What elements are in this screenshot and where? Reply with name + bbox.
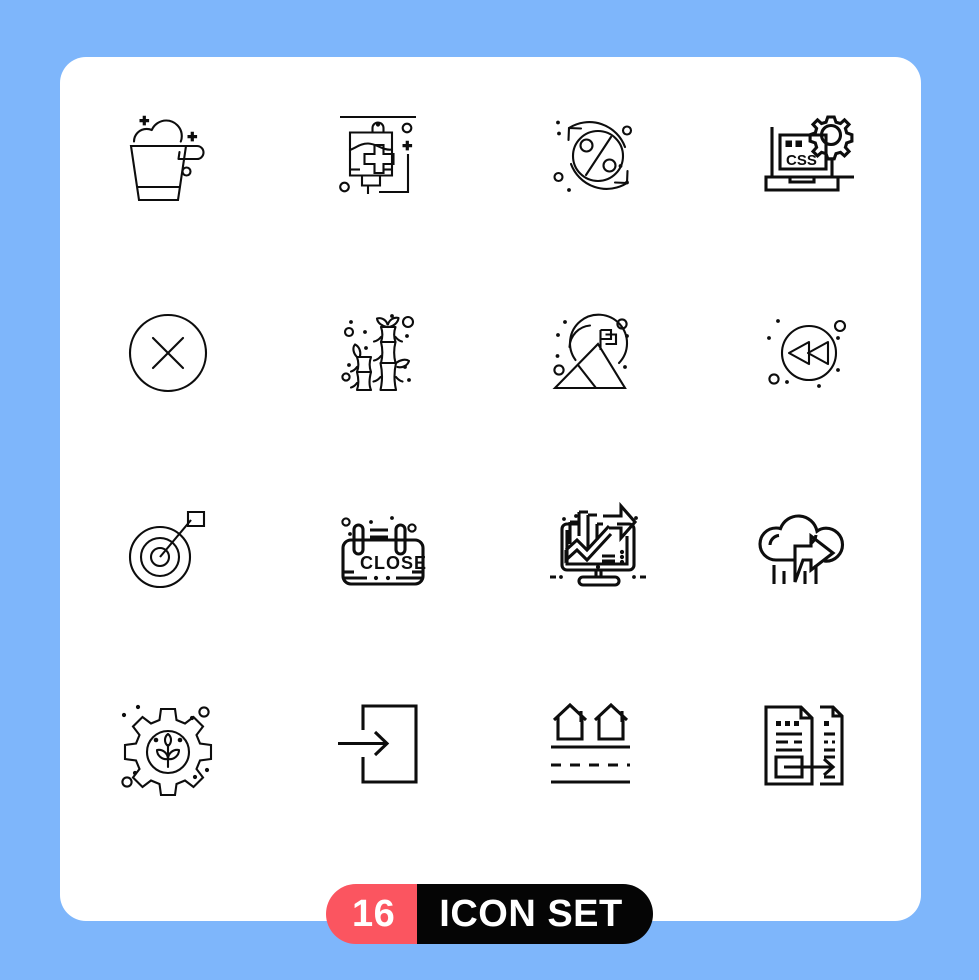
icon-count-badge: 16 ICON SET: [326, 884, 653, 944]
icon-cell-login-arrow[interactable]: [275, 650, 490, 848]
target-dart-icon: [109, 492, 227, 610]
percentage-refresh-icon: [539, 120, 657, 192]
mountain-flag-icon: [539, 294, 630, 412]
icon-cell-laptop-css-gear[interactable]: CSS: [706, 57, 921, 255]
icon-cell-houses-road[interactable]: [491, 650, 706, 848]
monitor-growth-chart-icon: [539, 492, 657, 610]
rewind-circle-icon: [767, 319, 872, 389]
login-arrow-icon: [324, 689, 442, 807]
cloud-lightning-arrow-icon: [754, 492, 872, 610]
close-circle-x-icon: [109, 294, 227, 412]
iv-drip-bag-icon: [324, 97, 442, 215]
icon-cell-percentage-refresh[interactable]: [491, 57, 706, 255]
badge-count: 16: [326, 884, 418, 944]
file-transfer-icon: [754, 689, 872, 807]
icon-cell-cloud-lightning-arrow[interactable]: [706, 452, 921, 650]
icon-cell-bamboo-plant[interactable]: [275, 255, 490, 453]
bucket-foam-icon: [109, 115, 227, 215]
icon-cell-bucket-foam[interactable]: [60, 57, 275, 255]
bamboo-plant-icon: [324, 314, 442, 412]
houses-road-icon: [539, 689, 657, 807]
icon-cell-file-transfer[interactable]: [706, 650, 921, 848]
svg-text:CLOSE: CLOSE: [360, 553, 427, 573]
gear-sprout-icon: [109, 705, 227, 807]
icon-cell-close-sign[interactable]: CLOSE: [275, 452, 490, 650]
icon-grid: CSS CLOSE: [60, 57, 921, 847]
icon-cell-close-circle-x[interactable]: [60, 255, 275, 453]
icon-cell-iv-drip-bag[interactable]: [275, 57, 490, 255]
svg-text:CSS: CSS: [786, 152, 817, 169]
icon-cell-mountain-flag[interactable]: [491, 255, 706, 453]
icon-cell-gear-sprout[interactable]: [60, 650, 275, 848]
icon-cell-monitor-growth-chart[interactable]: [491, 452, 706, 650]
close-sign-icon: CLOSE: [324, 515, 427, 610]
icon-set-card: CSS CLOSE: [60, 57, 921, 921]
laptop-css-gear-icon: CSS: [754, 97, 872, 215]
badge-label: ICON SET: [417, 884, 653, 944]
icon-cell-target-dart[interactable]: [60, 452, 275, 650]
icon-cell-rewind-circle[interactable]: [706, 255, 921, 453]
